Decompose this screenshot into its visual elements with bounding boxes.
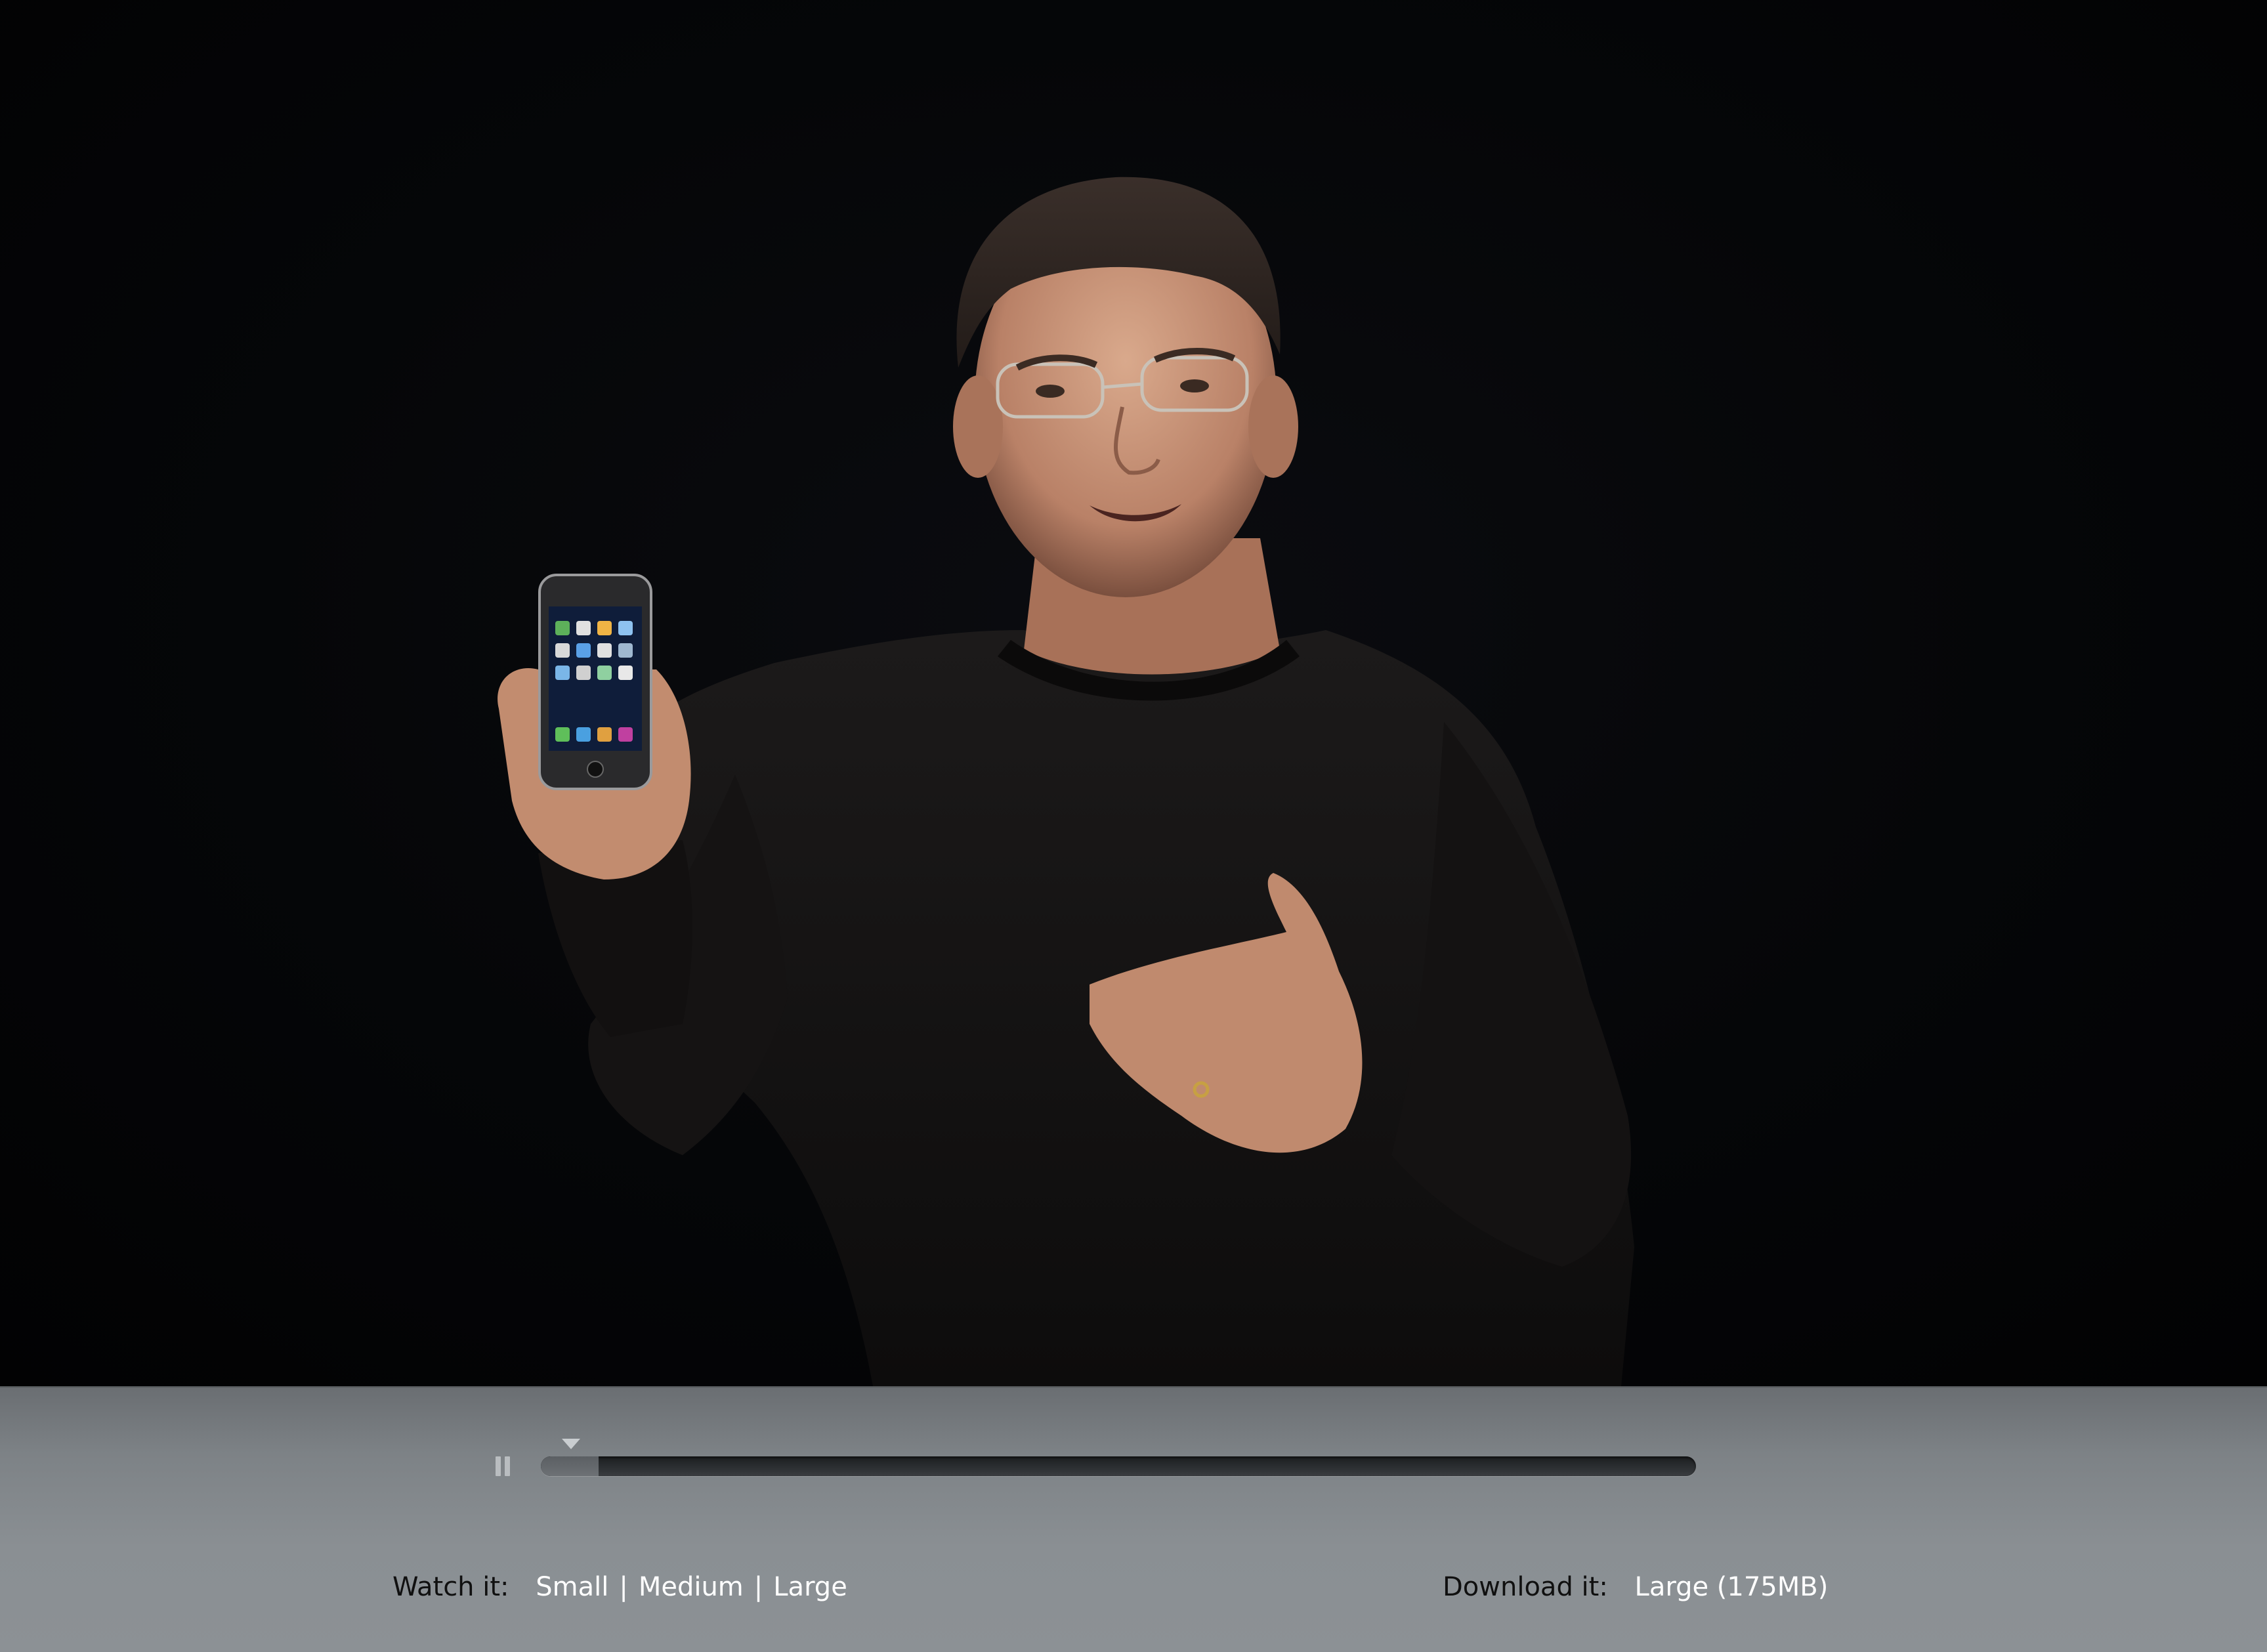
watch-label: Watch it: [392, 1572, 509, 1602]
phone-in-hand [538, 574, 652, 790]
watch-options: Watch it: Small | Medium | Large [392, 1569, 847, 1605]
player-control-bar [0, 1386, 2267, 1652]
progress-buffered [541, 1456, 599, 1476]
watch-large-link[interactable]: Large [773, 1572, 847, 1602]
separator: | [619, 1572, 628, 1602]
progress-bar[interactable] [541, 1456, 1696, 1476]
playhead-triangle-icon[interactable] [562, 1439, 580, 1449]
video-player-page: Watch it: Small | Medium | Large Download it… [0, 0, 2267, 1652]
pause-button[interactable] [494, 1452, 513, 1479]
watch-medium-link[interactable]: Medium [639, 1572, 744, 1602]
download-label: Download it: [1443, 1572, 1608, 1602]
video-still-image [498, 177, 1634, 1386]
download-options: Download it: Large (175MB) [1443, 1569, 1828, 1605]
separator: | [753, 1572, 763, 1602]
watch-small-link[interactable]: Small [536, 1572, 608, 1602]
download-large-link[interactable]: Large (175MB) [1635, 1572, 1829, 1602]
video-frame[interactable] [0, 0, 2267, 1386]
